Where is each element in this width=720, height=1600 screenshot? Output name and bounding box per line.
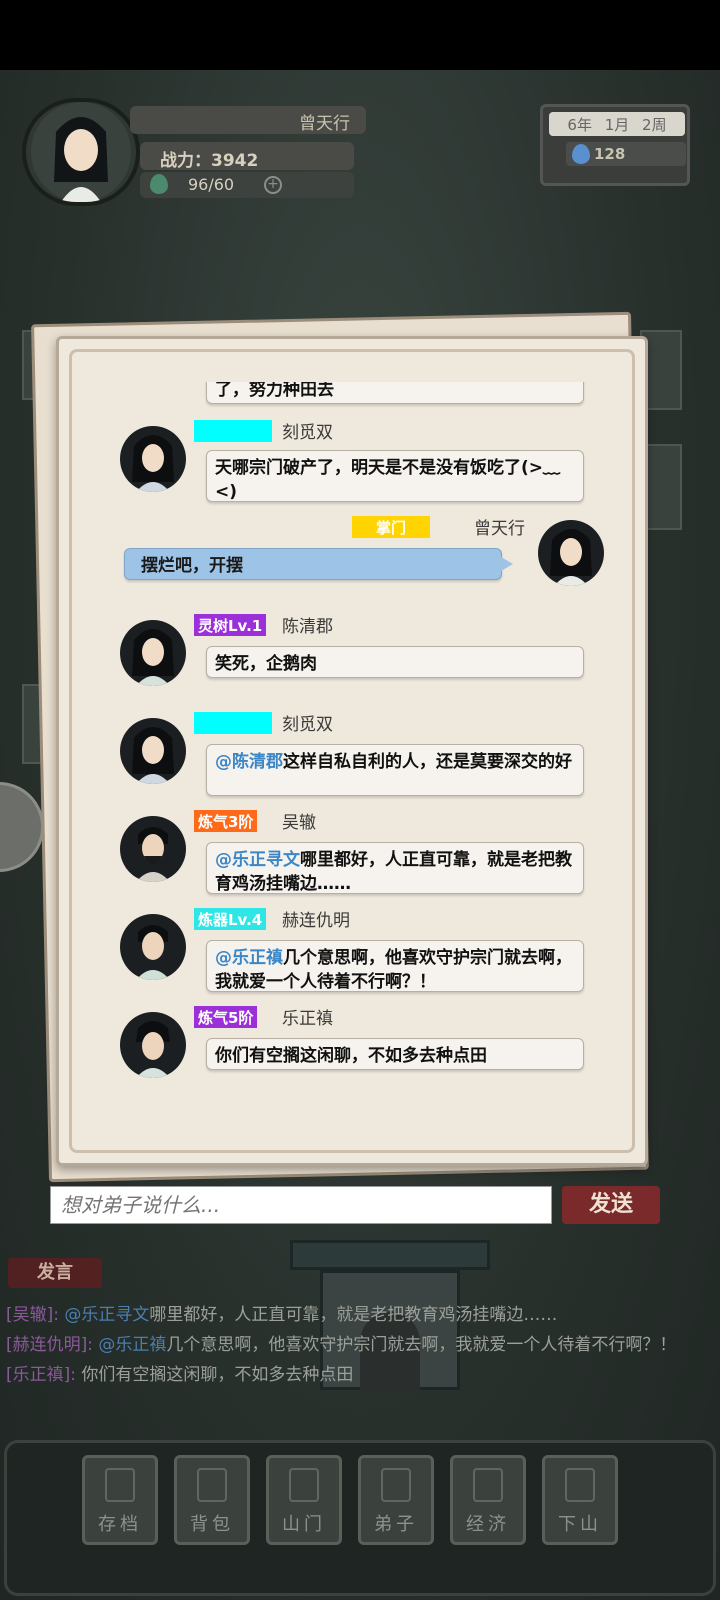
nav-descend-button[interactable]: 下山: [542, 1455, 618, 1545]
nav-label: 背包: [190, 1514, 234, 1535]
chat-input[interactable]: [50, 1186, 552, 1224]
message-bubble: 了，努力种田去: [206, 382, 584, 404]
chat-message-list[interactable]: 了，努力种田去 刻觅双 天哪宗门破产了，明天是不是没有饭吃了(>﹏<) 掌门 曾…: [66, 382, 638, 1112]
log-mention: @乐正禛: [98, 1335, 167, 1355]
message-bubble: 摆烂吧，开摆: [124, 548, 513, 580]
message-text: 笑死，企鹅肉: [215, 654, 317, 674]
disciple-avatar[interactable]: [120, 620, 186, 686]
message-bubble: 笑死，企鹅肉: [206, 646, 584, 678]
log-line: [乐正禛]: 你们有空搁这闲聊，不如多去种点田: [6, 1364, 706, 1386]
rank-badge: 掌门: [352, 516, 430, 538]
message-text: 了，努力种田去: [215, 382, 334, 400]
avatar-icon: [132, 727, 174, 784]
sender-name: 陈清郡: [282, 617, 333, 637]
sender-name: 曾天行: [474, 519, 525, 539]
nav-label: 山门: [282, 1514, 326, 1535]
message-mention[interactable]: @乐正禛: [215, 948, 283, 968]
rank-badge: 炼气3阶: [194, 810, 258, 832]
log-text: 几个意思啊，他喜欢守护宗门就去啊，我就爱一个人待着不行啊？！: [166, 1335, 677, 1355]
log-speaker: [乐正禛]:: [6, 1365, 76, 1385]
background-chat-log: [吴辙]: @乐正寻文哪里都好，人正直可靠，就是老把教育鸡汤挂嘴边…… [赫连仇…: [6, 1304, 706, 1394]
player-name: 曾天行: [130, 106, 366, 134]
player-avatar[interactable]: [538, 520, 604, 586]
spirit-stone-icon: [572, 144, 590, 164]
message-bubble: @陈清郡这样自私自利的人，还是莫要深交的好: [206, 744, 584, 796]
disciple-avatar[interactable]: [120, 1012, 186, 1078]
avatar-icon: [136, 827, 170, 882]
sender-name: 乐正禛: [282, 1009, 333, 1029]
temple-roof: [290, 1240, 490, 1270]
avatar-icon: [31, 102, 131, 202]
game-date: 6年 1月 2周: [549, 112, 685, 136]
rank-badge: [194, 712, 272, 734]
log-line: [吴辙]: @乐正寻文哪里都好，人正直可靠，就是老把教育鸡汤挂嘴边……: [6, 1304, 706, 1326]
add-stamina-icon[interactable]: +: [264, 176, 282, 194]
disciple-icon: [381, 1468, 411, 1502]
rank-badge: 炼气5阶: [194, 1006, 258, 1028]
nav-disciples-button[interactable]: 弟子: [358, 1455, 434, 1545]
gate-icon: [289, 1468, 319, 1502]
sender-name: 赫连仇明: [282, 911, 350, 931]
avatar-icon: [550, 529, 592, 586]
speak-tab[interactable]: 发言: [8, 1258, 102, 1288]
disciple-avatar[interactable]: [120, 914, 186, 980]
disciple-avatar[interactable]: [120, 426, 186, 492]
avatar-icon: [132, 629, 174, 686]
nav-economy-button[interactable]: 经济: [450, 1455, 526, 1545]
message-bubble: 你们有空搁这闲聊，不如多去种点田: [206, 1038, 584, 1070]
disciple-avatar[interactable]: [120, 816, 186, 882]
send-button[interactable]: 发送: [562, 1186, 660, 1224]
message-text: 这样自私自利的人，还是莫要深交的好: [283, 752, 572, 772]
book-icon: [105, 1468, 135, 1502]
nav-save-button[interactable]: 存档: [82, 1455, 158, 1545]
message-bubble: @乐正寻文哪里都好，人正直可靠，就是老把教育鸡汤挂嘴边……: [206, 842, 584, 894]
avatar-icon: [132, 435, 174, 492]
message-mention[interactable]: @陈清郡: [215, 752, 283, 772]
player-portrait[interactable]: [22, 98, 140, 206]
sender-name: 刻觅双: [282, 715, 333, 735]
nav-label: 存档: [98, 1514, 142, 1535]
disciple-avatar[interactable]: [120, 718, 186, 784]
log-line: [赫连仇明]: @乐正禛几个意思啊，他喜欢守护宗门就去啊，我就爱一个人待着不行啊…: [6, 1334, 706, 1356]
log-speaker: [赫连仇明]:: [6, 1335, 93, 1355]
message-bubble: @乐正禛几个意思啊，他喜欢守护宗门就去啊，我就爱一个人待着不行啊？！: [206, 940, 584, 992]
message-text: 你们有空搁这闲聊，不如多去种点田: [215, 1046, 487, 1066]
avatar-icon: [136, 925, 170, 980]
stamina-text: 96/60: [188, 175, 235, 194]
bag-icon: [197, 1468, 227, 1502]
nav-label: 经济: [466, 1514, 510, 1535]
rank-badge: 炼器Lv.4: [194, 908, 267, 930]
message-mention[interactable]: @乐正寻文: [215, 850, 300, 870]
nav-label: 弟子: [374, 1514, 418, 1535]
message-text: 摆烂吧，开摆: [141, 556, 243, 576]
mountain-icon: [565, 1468, 595, 1502]
coin-icon: [473, 1468, 503, 1502]
combat-power: 战力：3942: [140, 142, 354, 171]
sender-name: 刻觅双: [282, 423, 333, 443]
nav-bag-button[interactable]: 背包: [174, 1455, 250, 1545]
log-mention: @乐正寻文: [64, 1305, 150, 1325]
rank-badge: 灵树Lv.1: [194, 614, 267, 636]
nav-label: 下山: [558, 1514, 602, 1535]
sender-name: 吴辙: [282, 813, 316, 833]
message-text: 天哪宗门破产了，明天是不是没有饭吃了(>﹏<): [215, 458, 561, 502]
stamina-value: 96/60: [140, 172, 354, 198]
log-text: 哪里都好，人正直可靠，就是老把教育鸡汤挂嘴边……: [149, 1305, 558, 1325]
log-speaker: [吴辙]:: [6, 1305, 59, 1325]
rank-badge: [194, 420, 272, 442]
log-text: 你们有空搁这闲聊，不如多去种点田: [81, 1365, 354, 1385]
message-bubble: 天哪宗门破产了，明天是不是没有饭吃了(>﹏<): [206, 450, 584, 502]
stamina-drop-icon: [150, 174, 168, 194]
nav-gate-button[interactable]: 山门: [266, 1455, 342, 1545]
avatar-icon: [136, 1021, 170, 1078]
status-bar: [0, 0, 720, 70]
